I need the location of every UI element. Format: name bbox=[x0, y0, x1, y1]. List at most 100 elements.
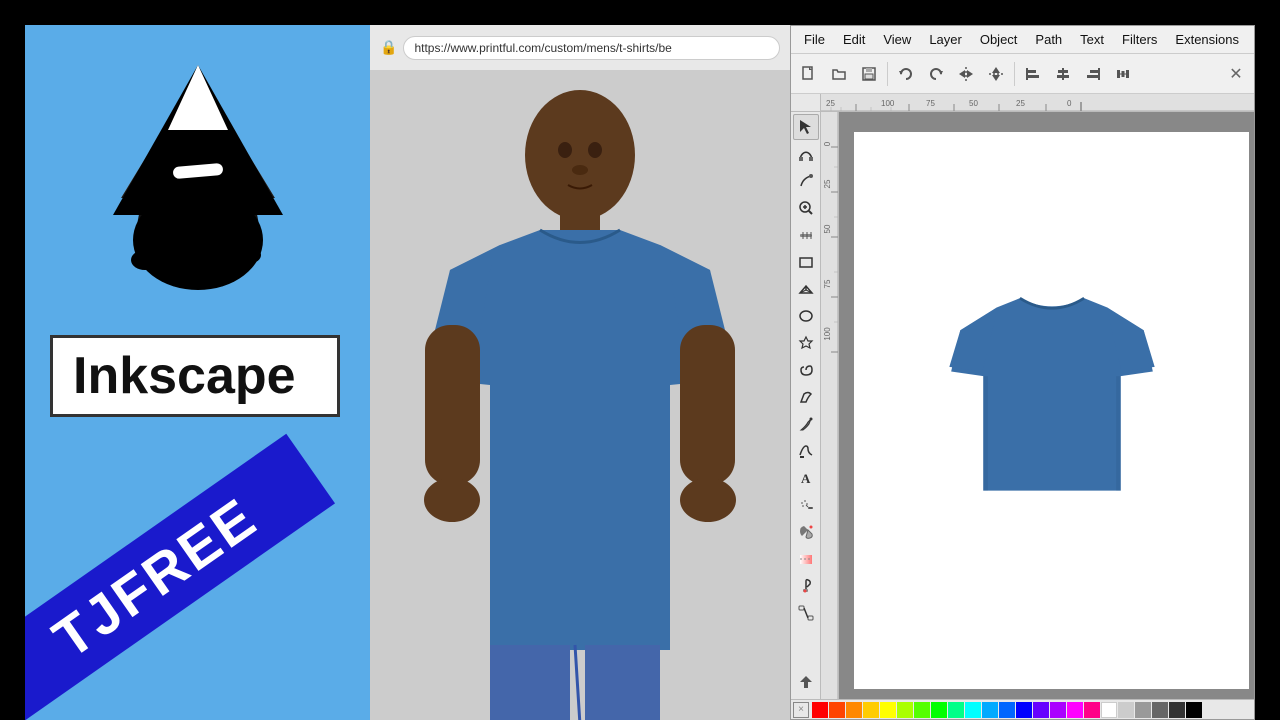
tool-pencil[interactable] bbox=[793, 384, 819, 410]
undo-btn[interactable] bbox=[892, 60, 920, 88]
canvas-area[interactable] bbox=[839, 112, 1254, 699]
tool-spray[interactable] bbox=[793, 492, 819, 518]
no-color-swatch[interactable]: × bbox=[793, 702, 809, 718]
save-btn[interactable] bbox=[855, 60, 883, 88]
color-palette: × bbox=[791, 699, 1254, 719]
menu-bar: File Edit View Layer Object Path Text Fi… bbox=[791, 26, 1254, 54]
menu-path[interactable]: Path bbox=[1027, 30, 1070, 49]
color-orange-red[interactable] bbox=[829, 702, 845, 718]
main-toolbar: ✕ bbox=[791, 54, 1254, 94]
color-sky-blue[interactable] bbox=[982, 702, 998, 718]
color-medium-gray[interactable] bbox=[1135, 702, 1151, 718]
color-violet[interactable] bbox=[1033, 702, 1049, 718]
tjfree-banner: TJFREE bbox=[25, 434, 335, 720]
color-orange[interactable] bbox=[846, 702, 862, 718]
svg-text:75: 75 bbox=[823, 279, 832, 288]
tool-arrow[interactable] bbox=[793, 671, 819, 697]
color-magenta[interactable] bbox=[1067, 702, 1083, 718]
menu-layer[interactable]: Layer bbox=[921, 30, 970, 49]
tool-zoom[interactable] bbox=[793, 195, 819, 221]
align-right-btn[interactable] bbox=[1079, 60, 1107, 88]
color-red[interactable] bbox=[812, 702, 828, 718]
tool-tweak[interactable] bbox=[793, 168, 819, 194]
new-btn[interactable] bbox=[795, 60, 823, 88]
color-darker-gray[interactable] bbox=[1169, 702, 1185, 718]
color-light-gray[interactable] bbox=[1118, 702, 1134, 718]
lock-icon: 🔒 bbox=[380, 39, 397, 56]
color-cyan[interactable] bbox=[965, 702, 981, 718]
browser-bar: 🔒 https://www.printful.com/custom/mens/t… bbox=[370, 25, 790, 70]
tool-rect[interactable] bbox=[793, 249, 819, 275]
inkscape-title-box: Inkscape bbox=[50, 335, 340, 417]
ruler-top: 25 100 75 50 25 0 bbox=[821, 94, 1254, 112]
tshirt-canvas-svg bbox=[942, 279, 1162, 519]
menu-filters[interactable]: Filters bbox=[1114, 30, 1165, 49]
tool-3d-box[interactable] bbox=[793, 276, 819, 302]
menu-view[interactable]: View bbox=[875, 30, 919, 49]
menu-extensions[interactable]: Extensions bbox=[1167, 30, 1247, 49]
toolbar-sep-1 bbox=[887, 62, 888, 86]
tool-gradient[interactable] bbox=[793, 546, 819, 572]
tool-pen[interactable] bbox=[793, 411, 819, 437]
tool-ellipse[interactable] bbox=[793, 303, 819, 329]
tool-spiral[interactable] bbox=[793, 357, 819, 383]
svg-text:25: 25 bbox=[823, 179, 832, 188]
tjfree-text: TJFREE bbox=[41, 484, 269, 671]
tool-connector[interactable] bbox=[793, 600, 819, 626]
tool-select[interactable] bbox=[793, 114, 819, 140]
close-btn[interactable]: ✕ bbox=[1222, 60, 1250, 88]
color-purple[interactable] bbox=[1050, 702, 1066, 718]
browser-url[interactable]: https://www.printful.com/custom/mens/t-s… bbox=[403, 36, 780, 60]
color-white[interactable] bbox=[1101, 702, 1117, 718]
flip-h-btn[interactable] bbox=[952, 60, 980, 88]
model-svg bbox=[370, 70, 790, 720]
inkscape-title: Inkscape bbox=[73, 347, 296, 405]
color-dark-gray[interactable] bbox=[1152, 702, 1168, 718]
open-btn[interactable] bbox=[825, 60, 853, 88]
svg-text:0: 0 bbox=[1067, 99, 1072, 108]
inkscape-app: File Edit View Layer Object Path Text Fi… bbox=[790, 25, 1255, 720]
canvas-white bbox=[854, 132, 1249, 689]
browser-panel: 🔒 https://www.printful.com/custom/mens/t… bbox=[370, 25, 790, 720]
tool-calligraphy[interactable] bbox=[793, 438, 819, 464]
align-center-btn[interactable] bbox=[1049, 60, 1077, 88]
tool-star[interactable] bbox=[793, 330, 819, 356]
redo-btn[interactable] bbox=[922, 60, 950, 88]
inkscape-logo-proper bbox=[83, 55, 313, 295]
flip-v-btn[interactable] bbox=[982, 60, 1010, 88]
svg-text:0: 0 bbox=[823, 141, 832, 146]
color-pink[interactable] bbox=[1084, 702, 1100, 718]
menu-object[interactable]: Object bbox=[972, 30, 1026, 49]
ruler-left: 0 25 50 75 100 bbox=[821, 112, 839, 699]
svg-text:75: 75 bbox=[926, 99, 935, 108]
svg-text:25: 25 bbox=[826, 99, 835, 108]
color-yellow[interactable] bbox=[863, 702, 879, 718]
tool-fill[interactable] bbox=[793, 519, 819, 545]
toolbar-sep-2 bbox=[1014, 62, 1015, 86]
tool-eyedropper[interactable] bbox=[793, 573, 819, 599]
color-green-cyan[interactable] bbox=[948, 702, 964, 718]
color-yellow-green[interactable] bbox=[897, 702, 913, 718]
model-image-area bbox=[370, 70, 790, 720]
color-blue[interactable] bbox=[999, 702, 1015, 718]
tool-node[interactable] bbox=[793, 141, 819, 167]
menu-edit[interactable]: Edit bbox=[835, 30, 873, 49]
left-branding-panel: Inkscape TJFREE bbox=[25, 25, 370, 720]
color-green-yellow[interactable] bbox=[914, 702, 930, 718]
toolbox: A bbox=[791, 112, 821, 699]
align-left-btn[interactable] bbox=[1019, 60, 1047, 88]
svg-text:100: 100 bbox=[881, 99, 895, 108]
menu-file[interactable]: File bbox=[796, 30, 833, 49]
svg-text:50: 50 bbox=[969, 99, 978, 108]
color-bright-yellow[interactable] bbox=[880, 702, 896, 718]
tool-measure[interactable] bbox=[793, 222, 819, 248]
color-dark-blue[interactable] bbox=[1016, 702, 1032, 718]
tool-text[interactable]: A bbox=[793, 465, 819, 491]
color-black[interactable] bbox=[1186, 702, 1202, 718]
svg-text:50: 50 bbox=[823, 224, 832, 233]
menu-text[interactable]: Text bbox=[1072, 30, 1112, 49]
svg-text:100: 100 bbox=[823, 327, 832, 341]
distribute-btn[interactable] bbox=[1109, 60, 1137, 88]
svg-text:A: A bbox=[801, 471, 811, 486]
color-green[interactable] bbox=[931, 702, 947, 718]
